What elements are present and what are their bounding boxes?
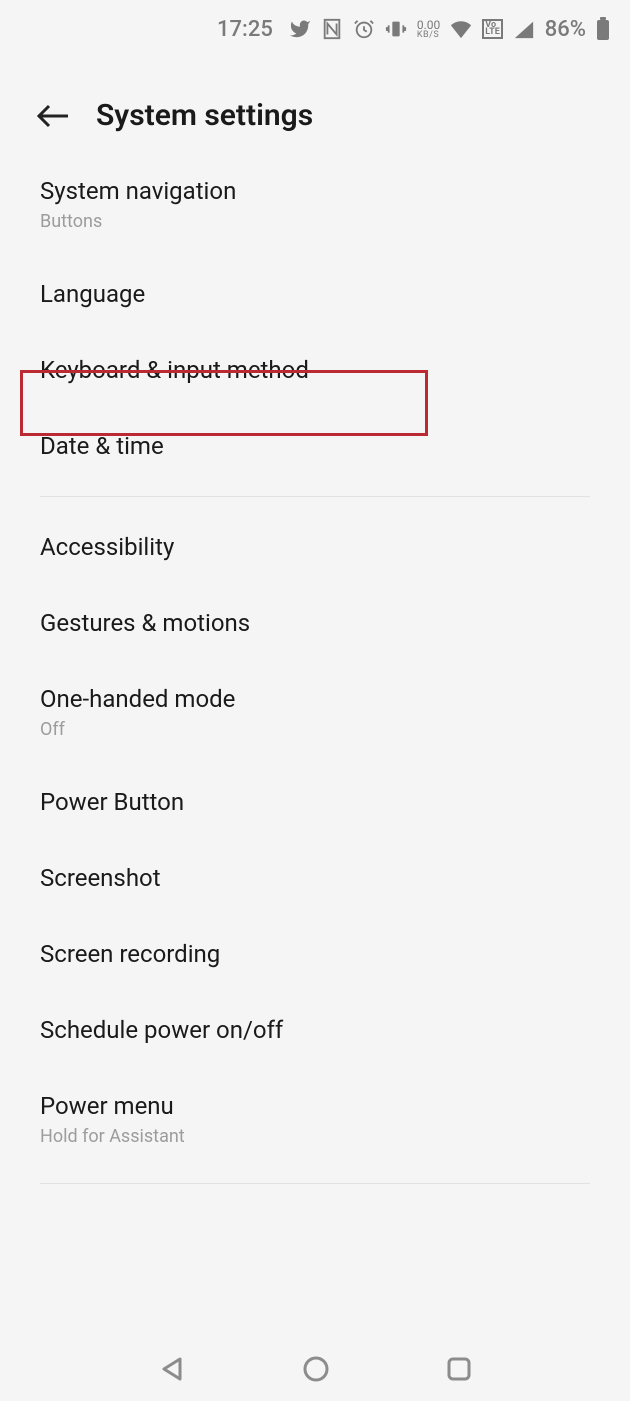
alarm-icon <box>353 18 375 40</box>
data-speed-value: 0.00 <box>417 19 440 31</box>
item-label: Keyboard & input method <box>40 356 590 384</box>
signal-icon <box>513 19 535 39</box>
nav-home-button[interactable] <box>302 1355 330 1387</box>
nav-back-button[interactable] <box>158 1355 186 1387</box>
item-one-handed-mode[interactable]: One-handed mode Off <box>0 661 630 764</box>
item-screen-recording[interactable]: Screen recording <box>0 916 630 992</box>
item-accessibility[interactable]: Accessibility <box>0 509 630 585</box>
item-label: Gestures & motions <box>40 609 590 637</box>
item-schedule-power[interactable]: Schedule power on/off <box>0 992 630 1068</box>
item-label: Power Button <box>40 788 590 816</box>
item-label: Schedule power on/off <box>40 1016 590 1044</box>
item-label: Screen recording <box>40 940 590 968</box>
divider <box>40 1183 590 1184</box>
item-label: One-handed mode <box>40 685 590 713</box>
wifi-icon <box>450 19 472 39</box>
navigation-bar <box>0 1341 630 1401</box>
nfc-icon <box>321 18 343 40</box>
item-date-time[interactable]: Date & time <box>0 408 630 484</box>
status-bar: 17:25 0.00 KB/S VoLTE 86% <box>0 0 630 58</box>
volte-icon: VoLTE <box>482 19 503 39</box>
item-subtitle: Buttons <box>40 211 590 232</box>
page-header: System settings <box>0 58 630 163</box>
data-speed-unit: KB/S <box>417 31 440 40</box>
item-label: Accessibility <box>40 533 590 561</box>
status-time: 17:25 <box>217 17 273 42</box>
item-label: Date & time <box>40 432 590 460</box>
vibrate-icon <box>385 18 407 40</box>
item-label: System navigation <box>40 177 590 205</box>
item-language[interactable]: Language <box>0 256 630 332</box>
settings-list: System navigation Buttons Language Keybo… <box>0 163 630 1184</box>
twitter-icon <box>289 18 311 40</box>
item-system-navigation[interactable]: System navigation Buttons <box>0 163 630 256</box>
nav-recent-button[interactable] <box>446 1356 472 1386</box>
divider <box>40 496 590 497</box>
item-label: Power menu <box>40 1092 590 1120</box>
item-subtitle: Hold for Assistant <box>40 1126 590 1147</box>
item-screenshot[interactable]: Screenshot <box>0 840 630 916</box>
data-speed: 0.00 KB/S <box>417 19 440 40</box>
item-subtitle: Off <box>40 719 590 740</box>
item-label: Screenshot <box>40 864 590 892</box>
page-title: System settings <box>96 98 313 133</box>
item-keyboard-input[interactable]: Keyboard & input method <box>0 332 630 408</box>
battery-percent: 86% <box>545 17 586 42</box>
item-gestures-motions[interactable]: Gestures & motions <box>0 585 630 661</box>
item-power-menu[interactable]: Power menu Hold for Assistant <box>0 1068 630 1171</box>
item-power-button[interactable]: Power Button <box>0 764 630 840</box>
item-label: Language <box>40 280 590 308</box>
back-button[interactable] <box>36 102 70 130</box>
battery-icon <box>596 17 610 41</box>
